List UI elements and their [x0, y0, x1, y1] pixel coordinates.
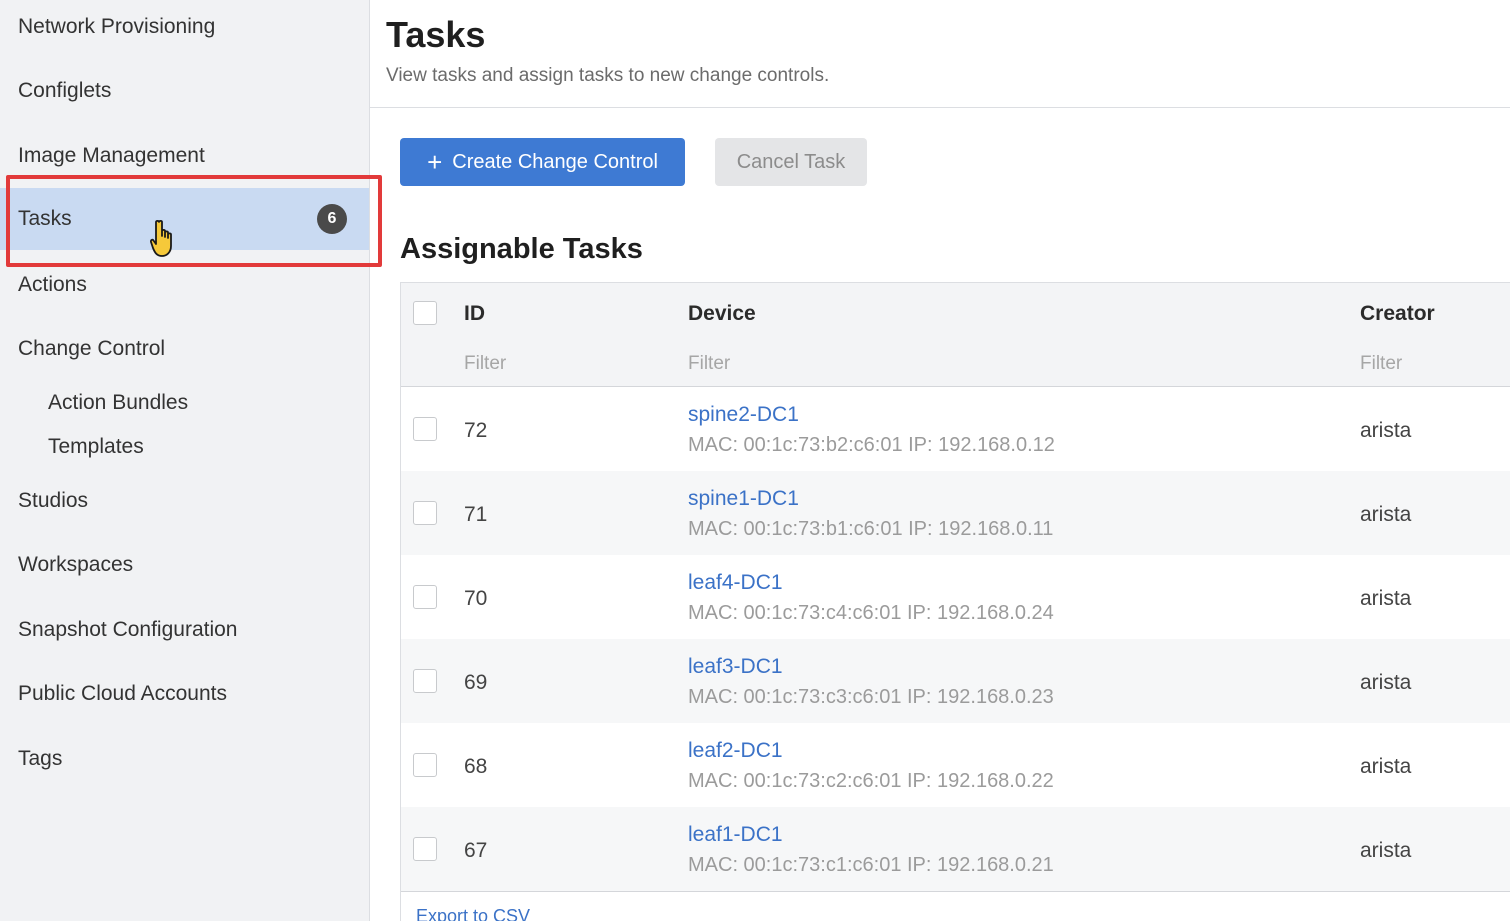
sidebar-item-workspaces[interactable]: Workspaces [0, 534, 369, 596]
device-link[interactable]: leaf2-DC1 [688, 739, 783, 763]
filter-input-device[interactable]: Filter [688, 353, 730, 375]
plus-icon: + [427, 147, 443, 177]
device-link[interactable]: spine1-DC1 [688, 487, 799, 511]
row-checkbox[interactable] [413, 501, 437, 525]
device-details: MAC: 00:1c:73:c4:c6:01 IP: 192.168.0.24 [688, 602, 1054, 624]
sidebar-item-label: Templates [48, 435, 144, 458]
sidebar-item-tasks[interactable]: Tasks 6 [0, 188, 369, 250]
sidebar-item-tags[interactable]: Tags [0, 728, 369, 790]
sidebar-item-label: Change Control [18, 337, 166, 360]
section-title: Assignable Tasks [400, 233, 643, 265]
sidebar: Network Provisioning Configlets Image Ma… [0, 0, 370, 921]
task-creator: arista [1360, 587, 1412, 610]
table-row[interactable]: 69 leaf3-DC1 MAC: 00:1c:73:c3:c6:01 IP: … [401, 639, 1510, 723]
sidebar-item-configlets[interactable]: Configlets [0, 60, 369, 122]
device-details: MAC: 00:1c:73:c2:c6:01 IP: 192.168.0.22 [688, 770, 1054, 792]
page-title: Tasks [386, 14, 486, 55]
sidebar-item-templates[interactable]: Templates [0, 425, 369, 469]
sidebar-item-label: Tasks [18, 207, 72, 230]
sidebar-item-image-management[interactable]: Image Management [0, 125, 369, 187]
table-footer: Export to CSV [401, 891, 1510, 921]
task-creator: arista [1360, 419, 1412, 442]
column-header-id[interactable]: ID [464, 302, 485, 326]
sidebar-item-label: Image Management [18, 144, 205, 167]
task-id: 72 [464, 419, 488, 442]
sidebar-item-label: Tags [18, 747, 63, 770]
sidebar-item-network-provisioning[interactable]: Network Provisioning [0, 0, 369, 58]
sidebar-item-public-cloud-accounts[interactable]: Public Cloud Accounts [0, 663, 369, 725]
hand-cursor-icon [150, 219, 172, 257]
sidebar-item-label: Action Bundles [48, 391, 189, 414]
table-row[interactable]: 67 leaf1-DC1 MAC: 00:1c:73:c1:c6:01 IP: … [401, 807, 1510, 891]
task-creator: arista [1360, 503, 1412, 526]
row-checkbox[interactable] [413, 753, 437, 777]
device-details: MAC: 00:1c:73:b2:c6:01 IP: 192.168.0.12 [688, 434, 1055, 456]
table-row[interactable]: 72 spine2-DC1 MAC: 00:1c:73:b2:c6:01 IP:… [401, 387, 1510, 471]
sidebar-item-label: Configlets [18, 79, 112, 102]
sidebar-item-label: Public Cloud Accounts [18, 682, 227, 705]
create-change-control-button[interactable]: + Create Change Control [400, 138, 685, 186]
cancel-task-label: Cancel Task [736, 150, 846, 173]
table-row[interactable]: 68 leaf2-DC1 MAC: 00:1c:73:c2:c6:01 IP: … [401, 723, 1510, 807]
sidebar-item-studios[interactable]: Studios [0, 470, 369, 532]
row-checkbox[interactable] [413, 417, 437, 441]
row-checkbox[interactable] [413, 669, 437, 693]
task-id: 68 [464, 755, 488, 778]
device-details: MAC: 00:1c:73:c1:c6:01 IP: 192.168.0.21 [688, 854, 1054, 876]
sidebar-item-label: Actions [18, 273, 87, 296]
filter-input-id[interactable]: Filter [464, 353, 506, 375]
table-row[interactable]: 71 spine1-DC1 MAC: 00:1c:73:b1:c6:01 IP:… [401, 471, 1510, 555]
create-change-control-label: Create Change Control [452, 150, 658, 173]
filter-input-creator[interactable]: Filter [1360, 353, 1402, 375]
device-link[interactable]: leaf4-DC1 [688, 571, 783, 595]
page-subtitle: View tasks and assign tasks to new chang… [386, 65, 830, 86]
sidebar-item-label: Network Provisioning [18, 15, 216, 38]
page-header: Tasks View tasks and assign tasks to new… [370, 0, 1510, 108]
sidebar-item-action-bundles[interactable]: Action Bundles [0, 381, 369, 425]
device-details: MAC: 00:1c:73:b1:c6:01 IP: 192.168.0.11 [688, 518, 1054, 540]
select-all-checkbox[interactable] [413, 301, 437, 325]
row-checkbox[interactable] [413, 837, 437, 861]
export-csv-link[interactable]: Export to CSV [416, 906, 530, 921]
task-creator: arista [1360, 839, 1412, 862]
sidebar-item-snapshot-configuration[interactable]: Snapshot Configuration [0, 599, 369, 661]
sidebar-item-actions[interactable]: Actions [0, 254, 369, 316]
sidebar-item-change-control[interactable]: Change Control [0, 318, 369, 380]
task-id: 70 [464, 587, 488, 610]
sidebar-item-label: Workspaces [18, 553, 134, 576]
device-details: MAC: 00:1c:73:c3:c6:01 IP: 192.168.0.23 [688, 686, 1054, 708]
column-header-device[interactable]: Device [688, 302, 756, 326]
table-row[interactable]: 70 leaf4-DC1 MAC: 00:1c:73:c4:c6:01 IP: … [401, 555, 1510, 639]
task-id: 71 [464, 503, 488, 526]
table-header: ID Device Creator Filter Filter Filter [401, 283, 1510, 387]
device-link[interactable]: leaf1-DC1 [688, 823, 783, 847]
main-content: Tasks View tasks and assign tasks to new… [370, 0, 1510, 921]
tasks-count-badge: 6 [317, 204, 347, 234]
row-checkbox[interactable] [413, 585, 437, 609]
sidebar-item-label: Studios [18, 489, 89, 512]
column-header-creator[interactable]: Creator [1360, 302, 1435, 326]
sidebar-item-label: Snapshot Configuration [18, 618, 238, 641]
device-link[interactable]: spine2-DC1 [688, 403, 799, 427]
task-id: 69 [464, 671, 488, 694]
task-creator: arista [1360, 755, 1412, 778]
task-id: 67 [464, 839, 488, 862]
assignable-tasks-table: ID Device Creator Filter Filter Filter 7… [400, 282, 1510, 921]
task-creator: arista [1360, 671, 1412, 694]
cancel-task-button[interactable]: Cancel Task [715, 138, 867, 186]
device-link[interactable]: leaf3-DC1 [688, 655, 783, 679]
